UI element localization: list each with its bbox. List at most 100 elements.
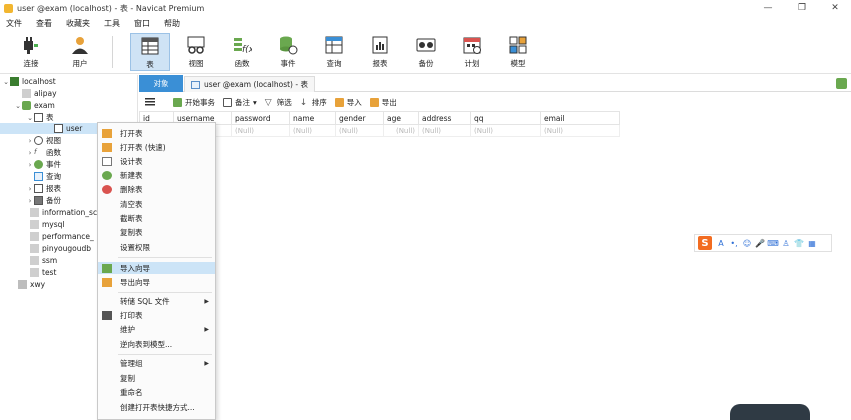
table-cell[interactable]: (Null) xyxy=(383,124,419,137)
table-cell[interactable]: (Null) xyxy=(231,124,290,137)
column-header-name[interactable]: name xyxy=(289,111,336,125)
menu-item-reverse-to-model[interactable]: 逆向表到模型... xyxy=(98,338,215,350)
menu-item-create-shortcut[interactable]: 创建打开表快捷方式... xyxy=(98,401,215,413)
column-header-email[interactable]: email xyxy=(540,111,620,125)
function-button[interactable]: f(x) 函数 xyxy=(222,33,262,71)
ime-tools-icon[interactable]: ♙ xyxy=(781,238,791,248)
menu-view[interactable]: 查看 xyxy=(36,18,52,29)
tab-user-table[interactable]: user @exam (localhost) - 表 xyxy=(184,76,315,92)
tree-connection-xwy[interactable]: xwy xyxy=(18,279,45,290)
report-button[interactable]: 报表 xyxy=(360,33,400,71)
menu-item-new-table[interactable]: 新建表 xyxy=(98,169,215,181)
menu-item-design-table[interactable]: 设计表 xyxy=(98,155,215,167)
ime-grid-icon[interactable]: ▦ xyxy=(807,238,817,248)
tree-db-mysql[interactable]: mysql xyxy=(30,219,65,230)
user-button[interactable]: 用户 xyxy=(60,33,100,71)
chevron-right-icon[interactable]: › xyxy=(26,149,34,157)
ime-keyboard-icon[interactable]: ⌨ xyxy=(767,238,779,248)
menu-tools[interactable]: 工具 xyxy=(104,18,120,29)
chevron-right-icon[interactable]: › xyxy=(26,197,34,205)
menu-item-print-table[interactable]: 打印表 xyxy=(98,309,215,321)
tree-queries[interactable]: 查询 xyxy=(34,171,61,182)
tree-tables[interactable]: ⌄ 表 xyxy=(26,112,54,123)
table-button[interactable]: 表 xyxy=(130,33,170,71)
menu-favorites[interactable]: 收藏夹 xyxy=(66,18,90,29)
tree-db-alipay[interactable]: alipay xyxy=(22,88,57,99)
note-button[interactable]: 备注 ▾ xyxy=(223,97,257,108)
ime-punctuation-icon[interactable]: •, xyxy=(729,238,739,248)
sogou-logo-icon[interactable]: S xyxy=(698,236,712,250)
tree-reports[interactable]: › 报表 xyxy=(26,183,61,194)
menu-item-dump-sql[interactable]: 转储 SQL 文件 ▶ xyxy=(98,295,215,307)
tree-views[interactable]: › 视图 xyxy=(26,135,61,146)
minimize-button[interactable]: — xyxy=(753,0,783,16)
view-button[interactable]: 视图 xyxy=(176,33,216,71)
schedule-button[interactable]: 计划 xyxy=(452,33,492,71)
close-button[interactable]: ✕ xyxy=(820,0,850,16)
begin-transaction-button[interactable]: 开始事务 xyxy=(173,97,215,108)
menu-file[interactable]: 文件 xyxy=(6,18,22,29)
column-header-address[interactable]: address xyxy=(418,111,471,125)
menu-help[interactable]: 帮助 xyxy=(164,18,180,29)
column-header-qq[interactable]: qq xyxy=(470,111,541,125)
menu-item-open-table[interactable]: 打开表 xyxy=(98,127,215,139)
tree-connection-localhost[interactable]: ⌄ localhost xyxy=(2,76,56,87)
tree-db-information-schema[interactable]: information_sc xyxy=(30,207,97,218)
maximize-button[interactable]: ❐ xyxy=(787,0,817,16)
model-button[interactable]: 模型 xyxy=(498,33,538,71)
tree-functions[interactable]: › f 函数 xyxy=(26,147,61,158)
column-header-gender[interactable]: gender xyxy=(335,111,384,125)
menu-item-maintain[interactable]: 维护 ▶ xyxy=(98,323,215,335)
connection-button[interactable]: 连接 xyxy=(11,33,51,71)
tab-objects[interactable]: 对象 xyxy=(139,75,183,92)
chevron-right-icon[interactable]: › xyxy=(26,161,34,169)
tree-events[interactable]: › 事件 xyxy=(26,159,61,170)
ime-mode-icon[interactable]: A xyxy=(716,238,726,248)
menu-item-export-wizard[interactable]: 导出向导 xyxy=(98,276,215,288)
table-cell[interactable]: (Null) xyxy=(335,124,384,137)
table-context-menu: 打开表 打开表 (快速) 设计表 新建表 删除表 清空表 截断表 复制表 设置权… xyxy=(97,122,216,420)
export-icon xyxy=(369,97,379,107)
menu-item-import-wizard[interactable]: 导入向导 xyxy=(98,262,215,274)
column-header-age[interactable]: age xyxy=(383,111,419,125)
import-button[interactable]: 导入 xyxy=(334,97,362,108)
menu-item-delete-table[interactable]: 删除表 xyxy=(98,183,215,195)
event-button[interactable]: 事件 xyxy=(268,33,308,71)
menu-item-truncate-table[interactable]: 截断表 xyxy=(98,212,215,224)
chevron-down-icon[interactable]: ⌄ xyxy=(26,114,34,122)
ime-microphone-icon[interactable]: 🎤 xyxy=(755,238,765,248)
ime-emoji-icon[interactable]: ☺ xyxy=(742,238,752,248)
tree-db-pinyougoudb[interactable]: pinyougoudb xyxy=(30,243,91,254)
tree-db-exam[interactable]: ⌄ exam xyxy=(14,100,55,111)
menu-item-rename[interactable]: 重命名 xyxy=(98,386,215,398)
chevron-down-icon[interactable]: ⌄ xyxy=(14,102,22,110)
menu-item-manage-group[interactable]: 管理组 ▶ xyxy=(98,357,215,369)
filter-button[interactable]: ▽ 筛选 xyxy=(265,97,292,108)
sort-button[interactable]: ↓ 排序 xyxy=(300,97,327,108)
column-header-password[interactable]: password xyxy=(231,111,290,125)
table-cell[interactable]: (Null) xyxy=(289,124,336,137)
menu-item-empty-table[interactable]: 清空表 xyxy=(98,198,215,210)
tree-db-ssm[interactable]: ssm xyxy=(30,255,57,266)
table-cell[interactable]: (Null) xyxy=(418,124,471,137)
tree-db-performance-schema[interactable]: performance_ xyxy=(30,231,94,242)
table-cell[interactable]: (Null) xyxy=(470,124,541,137)
chevron-right-icon[interactable]: › xyxy=(26,185,34,193)
chevron-right-icon[interactable]: › xyxy=(26,137,34,145)
export-button[interactable]: 导出 xyxy=(369,97,397,108)
tree-db-test[interactable]: test xyxy=(30,267,56,278)
backup-button[interactable]: 备份 xyxy=(406,33,446,71)
menu-item-open-table-fast[interactable]: 打开表 (快速) xyxy=(98,141,215,153)
chevron-down-icon[interactable]: ⌄ xyxy=(2,78,10,86)
menu-item-set-permissions[interactable]: 设置权限 xyxy=(98,241,215,253)
refresh-icon[interactable] xyxy=(836,78,847,89)
tree-backups[interactable]: › 备份 xyxy=(26,195,61,206)
table-cell[interactable]: (Null) xyxy=(540,124,620,137)
ime-skin-icon[interactable]: 👕 xyxy=(794,238,804,248)
menu-item-copy[interactable]: 复制 xyxy=(98,372,215,384)
menu-window[interactable]: 窗口 xyxy=(134,18,150,29)
query-button[interactable]: 查询 xyxy=(314,33,354,71)
menu-item-copy-table[interactable]: 复制表 xyxy=(98,226,215,238)
floating-widget[interactable] xyxy=(730,404,810,420)
menu-icon[interactable] xyxy=(145,98,155,106)
